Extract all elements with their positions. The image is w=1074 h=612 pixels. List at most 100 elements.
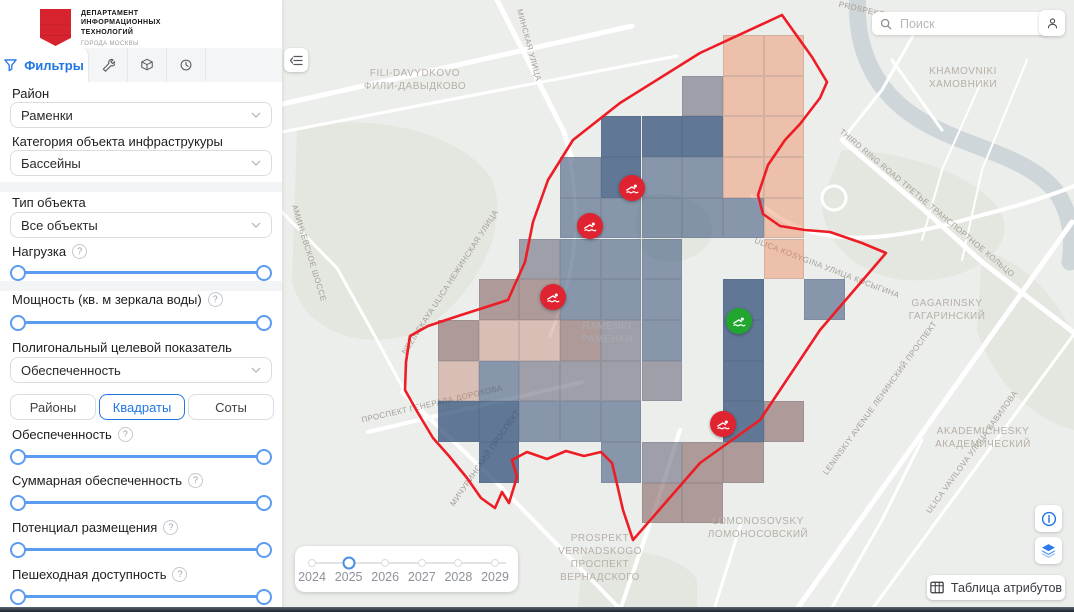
- grid-cell[interactable]: [682, 157, 723, 198]
- grid-cell[interactable]: [560, 239, 601, 280]
- timeline-year-dot[interactable]: [491, 559, 499, 567]
- pool-marker-red[interactable]: [577, 213, 603, 239]
- object-type-select[interactable]: Все объекты: [10, 212, 272, 238]
- polygon-indicator-select[interactable]: Обеспеченность: [10, 357, 272, 383]
- grid-cell[interactable]: [642, 116, 683, 157]
- timeline-year-dot[interactable]: [418, 559, 426, 567]
- grid-cell[interactable]: [519, 361, 560, 402]
- slider-handle[interactable]: [10, 495, 26, 511]
- grid-cell[interactable]: [479, 320, 520, 361]
- mode-squares-button[interactable]: Квадраты: [99, 394, 185, 420]
- grid-cell[interactable]: [601, 116, 642, 157]
- grid-cell[interactable]: [642, 483, 683, 524]
- slider-handle[interactable]: [10, 589, 26, 605]
- grid-cell[interactable]: [519, 320, 560, 361]
- mode-hex-button[interactable]: Соты: [188, 394, 274, 420]
- user-profile-button[interactable]: [1039, 10, 1065, 36]
- tab-layers[interactable]: [128, 48, 167, 82]
- slider-handle[interactable]: [256, 315, 272, 331]
- sidebar-collapse-button[interactable]: [284, 48, 308, 72]
- grid-cell[interactable]: [764, 401, 805, 442]
- grid-cell[interactable]: [642, 198, 683, 239]
- load-slider[interactable]: [10, 265, 272, 279]
- slider-handle[interactable]: [10, 315, 26, 331]
- grid-cell[interactable]: [723, 35, 764, 76]
- info-button[interactable]: [1035, 505, 1062, 532]
- grid-cell[interactable]: [764, 35, 805, 76]
- category-select[interactable]: Бассейны: [10, 150, 272, 176]
- capacity-slider[interactable]: [10, 315, 272, 329]
- grid-cell[interactable]: [723, 157, 764, 198]
- slider-handle[interactable]: [256, 542, 272, 558]
- security-slider[interactable]: [10, 449, 272, 463]
- timeline-year-dot[interactable]: [308, 559, 316, 567]
- map-canvas[interactable]: МИНСКАЯ УЛИЦАPROSPEKT BAGRATIONANEŽINSKA…: [282, 0, 1074, 612]
- placement-potential-slider[interactable]: [10, 542, 272, 556]
- grid-cell[interactable]: [601, 279, 642, 320]
- timeline-year-label[interactable]: 2028: [444, 570, 472, 584]
- grid-cell[interactable]: [764, 116, 805, 157]
- grid-cell[interactable]: [601, 361, 642, 402]
- grid-cell[interactable]: [764, 198, 805, 239]
- slider-handle[interactable]: [256, 449, 272, 465]
- total-security-slider[interactable]: [10, 495, 272, 509]
- timeline-year-dot[interactable]: [381, 559, 389, 567]
- year-timeline[interactable]: 202420252026202720282029: [295, 546, 518, 592]
- district-select[interactable]: Раменки: [10, 102, 272, 128]
- timeline-year-label[interactable]: 2025: [335, 570, 363, 584]
- grid-cell[interactable]: [682, 116, 723, 157]
- help-icon[interactable]: ?: [208, 292, 223, 307]
- grid-cell[interactable]: [642, 442, 683, 483]
- help-icon[interactable]: ?: [163, 520, 178, 535]
- mode-districts-button[interactable]: Районы: [10, 394, 96, 420]
- attributes-table-button[interactable]: Таблица атрибутов: [927, 575, 1065, 600]
- grid-cell[interactable]: [479, 442, 520, 483]
- timeline-year-dot[interactable]: [342, 557, 355, 570]
- grid-cell[interactable]: [438, 320, 479, 361]
- tab-filters[interactable]: Фильтры: [0, 48, 89, 82]
- grid-cell[interactable]: [642, 157, 683, 198]
- grid-cell[interactable]: [682, 442, 723, 483]
- grid-cell[interactable]: [438, 401, 479, 442]
- search-input[interactable]: [898, 16, 1022, 32]
- help-icon[interactable]: ?: [118, 427, 133, 442]
- grid-cell[interactable]: [519, 401, 560, 442]
- grid-cell[interactable]: [601, 198, 642, 239]
- slider-handle[interactable]: [256, 589, 272, 605]
- grid-cell[interactable]: [764, 239, 805, 280]
- grid-cell[interactable]: [560, 401, 601, 442]
- tab-history[interactable]: [167, 48, 206, 82]
- grid-cell[interactable]: [723, 361, 764, 402]
- grid-cell[interactable]: [601, 239, 642, 280]
- help-icon[interactable]: ?: [188, 473, 203, 488]
- layers-button[interactable]: [1035, 537, 1062, 564]
- slider-handle[interactable]: [256, 495, 272, 511]
- grid-cell[interactable]: [723, 198, 764, 239]
- grid-cell[interactable]: [804, 279, 845, 320]
- grid-cell[interactable]: [682, 198, 723, 239]
- grid-cell[interactable]: [723, 442, 764, 483]
- grid-cell[interactable]: [601, 442, 642, 483]
- walkability-slider[interactable]: [10, 589, 272, 603]
- grid-cell[interactable]: [723, 76, 764, 117]
- grid-cell[interactable]: [560, 361, 601, 402]
- grid-cell[interactable]: [438, 361, 479, 402]
- grid-cell[interactable]: [601, 401, 642, 442]
- grid-cell[interactable]: [642, 361, 683, 402]
- grid-cell[interactable]: [479, 279, 520, 320]
- grid-cell[interactable]: [479, 401, 520, 442]
- pool-marker-red[interactable]: [540, 284, 566, 310]
- grid-cell[interactable]: [479, 361, 520, 402]
- grid-cell[interactable]: [764, 157, 805, 198]
- grid-cell[interactable]: [519, 239, 560, 280]
- timeline-year-label[interactable]: 2029: [481, 570, 509, 584]
- grid-cell[interactable]: [642, 279, 683, 320]
- slider-handle[interactable]: [256, 265, 272, 281]
- grid-cell[interactable]: [642, 239, 683, 280]
- grid-cell[interactable]: [560, 157, 601, 198]
- help-icon[interactable]: ?: [72, 244, 87, 259]
- slider-handle[interactable]: [10, 542, 26, 558]
- grid-cell[interactable]: [560, 279, 601, 320]
- grid-cell[interactable]: [764, 76, 805, 117]
- help-icon[interactable]: ?: [172, 567, 187, 582]
